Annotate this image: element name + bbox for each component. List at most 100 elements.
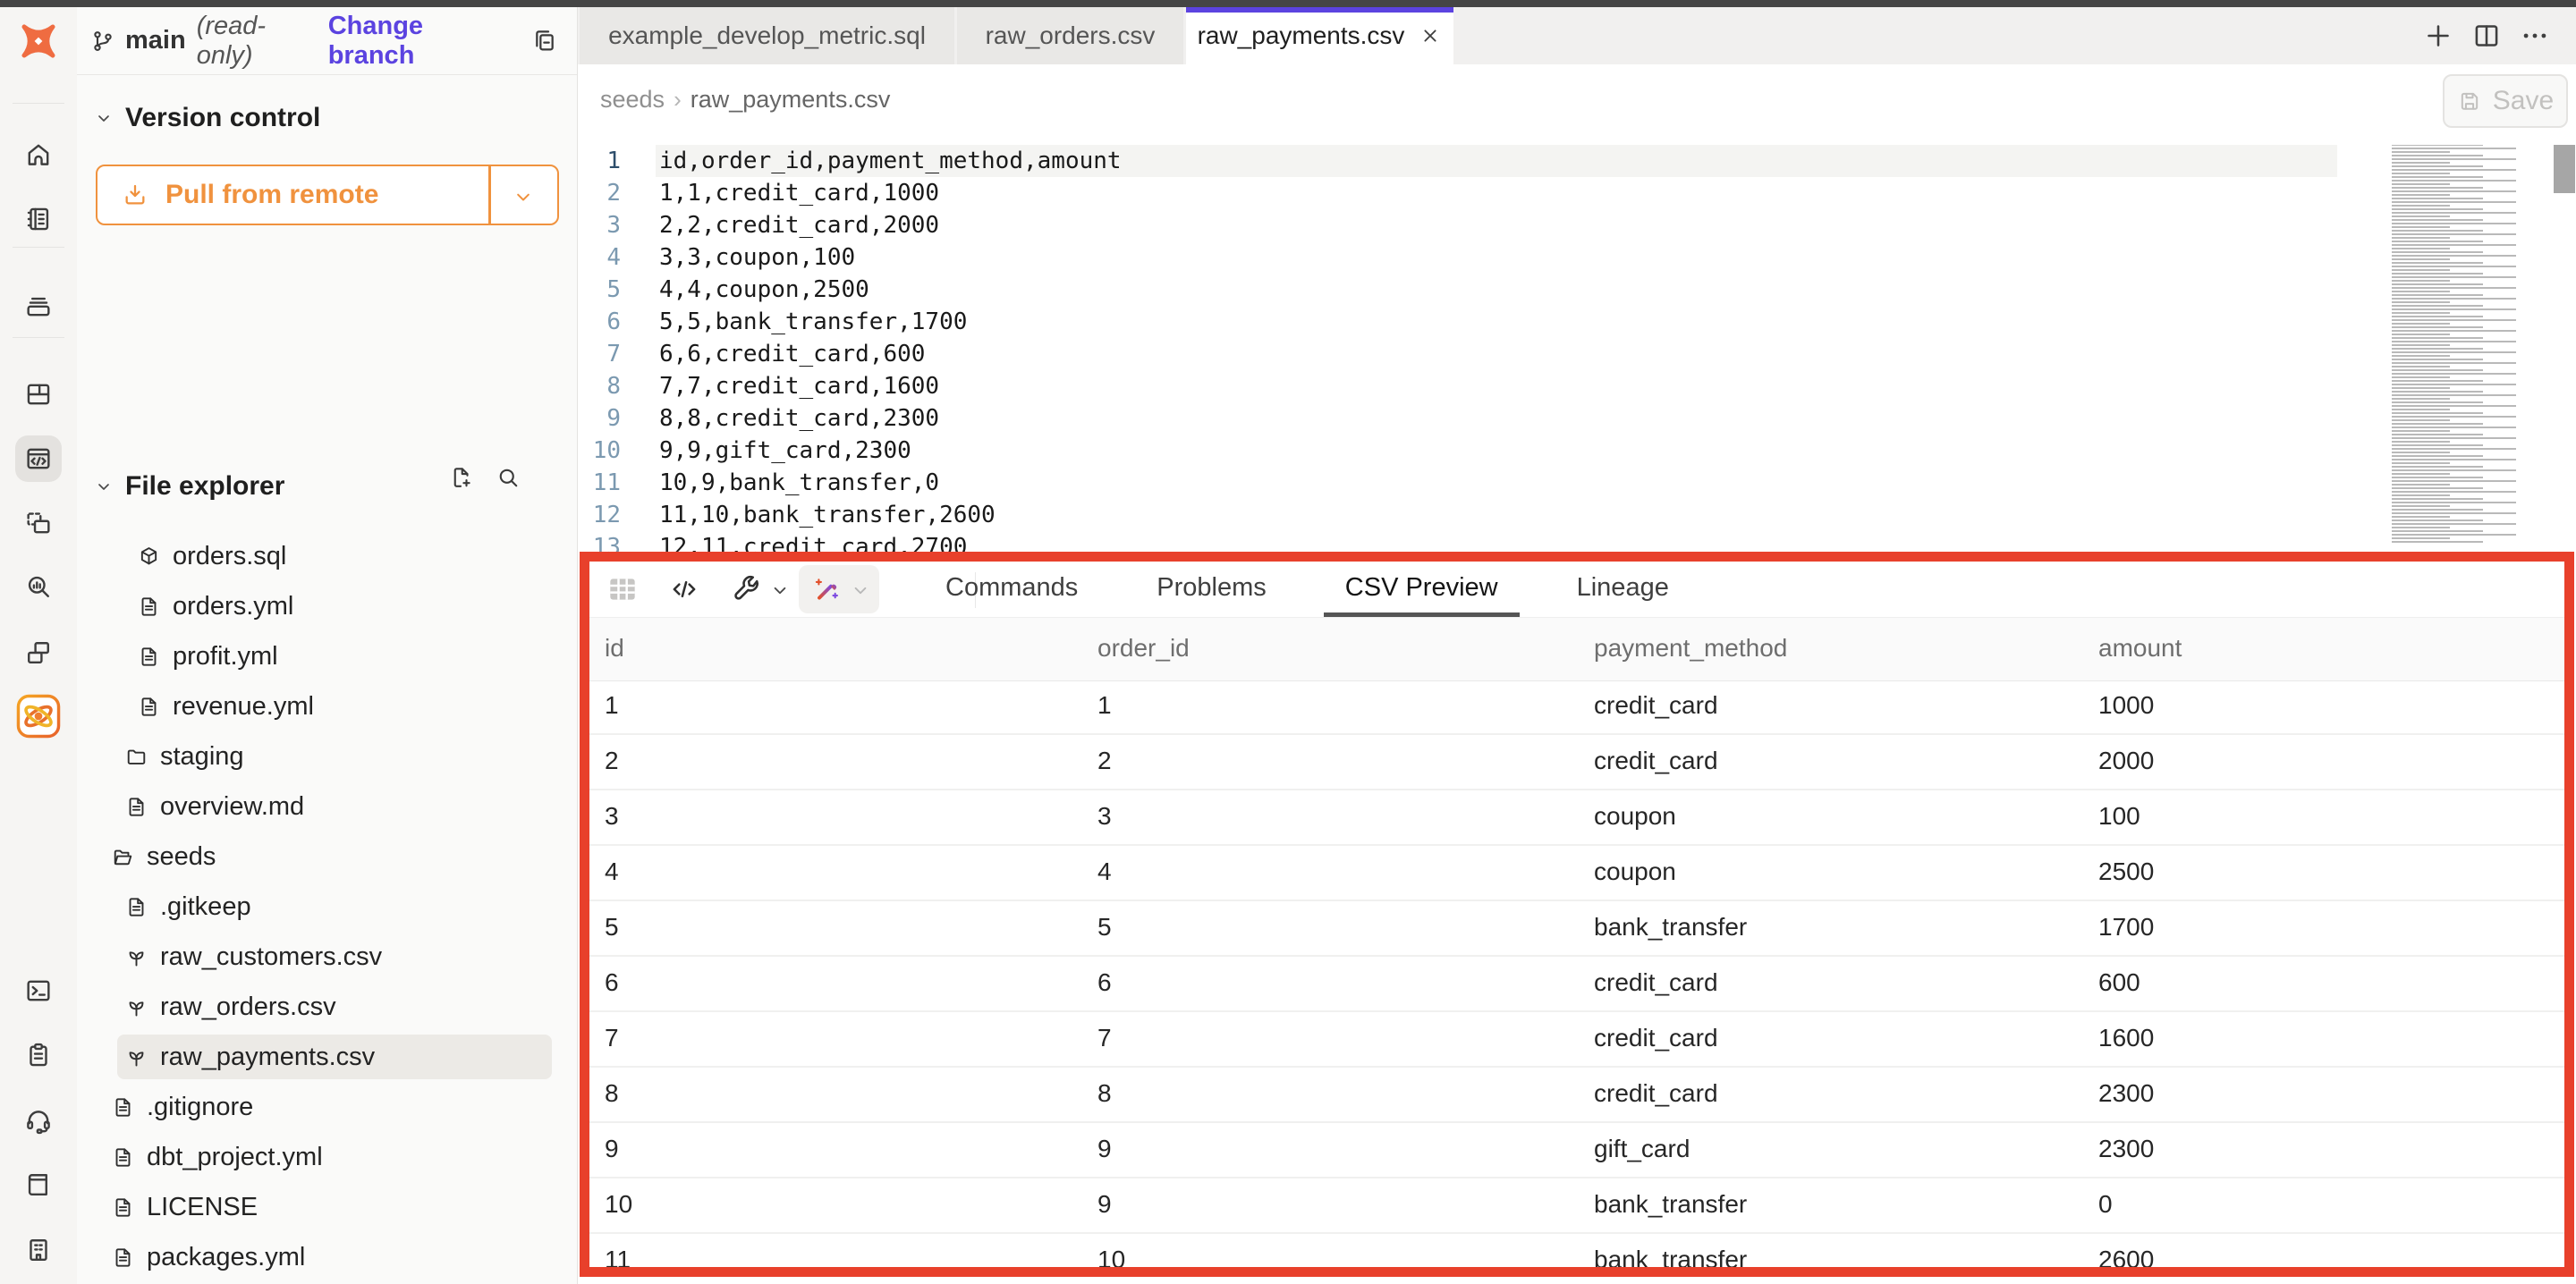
- panel-tab-problems[interactable]: Problems: [1135, 562, 1288, 617]
- save-button[interactable]: Save: [2443, 74, 2568, 128]
- chevron-down-icon[interactable]: [511, 184, 536, 209]
- line-number: 3: [578, 209, 621, 241]
- home-icon[interactable]: [23, 139, 54, 170]
- headset-icon[interactable]: [23, 1105, 54, 1136]
- table-row: 44coupon2500: [589, 846, 2564, 901]
- pull-from-remote-button[interactable]: Pull from remote: [96, 165, 559, 225]
- file-explorer-title: File explorer: [125, 471, 284, 502]
- panel-tab-csv-preview[interactable]: CSV Preview: [1324, 562, 1520, 617]
- file-icon: [137, 645, 161, 669]
- seed-icon: [124, 945, 148, 969]
- save-label: Save: [2493, 86, 2554, 116]
- file-list: orders.sqlorders.ymlprofit.ymlrevenue.ym…: [77, 531, 577, 1282]
- scrollbar-thumb[interactable]: [2554, 145, 2575, 193]
- file-item-staging[interactable]: staging: [77, 731, 577, 781]
- clipboard-icon[interactable]: [23, 1040, 54, 1070]
- editor-tab-raw-orders-csv[interactable]: raw_orders.csv: [957, 7, 1183, 64]
- code-line: 6,6,credit_card,600: [659, 338, 925, 370]
- version-control-header[interactable]: Version control: [93, 97, 320, 139]
- file-icon: [111, 1095, 135, 1119]
- file-item-dbt-project-yml[interactable]: dbt_project.yml: [77, 1132, 577, 1182]
- split-editor-icon[interactable]: [2470, 20, 2503, 52]
- code-editor-icon[interactable]: [23, 443, 54, 474]
- file-item-overview-md[interactable]: overview.md: [77, 781, 577, 832]
- change-branch-link[interactable]: Change branch: [328, 12, 513, 71]
- select-area-icon[interactable]: [23, 508, 54, 538]
- line-number: 4: [578, 241, 621, 274]
- more-options-icon[interactable]: [2519, 20, 2551, 52]
- editor-tab-raw-payments-csv[interactable]: raw_payments.csv: [1186, 7, 1453, 64]
- panel-tabs: Commands Problems CSV Preview Lineage: [924, 562, 1690, 617]
- file-item-profit-yml[interactable]: profit.yml: [77, 631, 577, 681]
- table-row: 55bank_transfer1700: [589, 901, 2564, 957]
- git-branch-icon: [89, 28, 116, 55]
- file-label: LICENSE: [147, 1193, 258, 1222]
- close-tab-icon[interactable]: [1419, 24, 1442, 47]
- file-item--gitignore[interactable]: .gitignore: [77, 1082, 577, 1132]
- version-control-title: Version control: [125, 103, 320, 133]
- table-cell: bank_transfer: [1594, 901, 1747, 953]
- table-cell: gift_card: [1594, 1123, 1690, 1175]
- file-icon: [137, 595, 161, 619]
- table-row: 88credit_card2300: [589, 1068, 2564, 1123]
- file-item-raw-customers-csv[interactable]: raw_customers.csv: [77, 932, 577, 982]
- file-item-license[interactable]: LICENSE: [77, 1182, 577, 1232]
- new-tab-icon[interactable]: [2422, 20, 2454, 52]
- file-item-seeds[interactable]: seeds: [77, 832, 577, 882]
- file-item-raw-orders-csv[interactable]: raw_orders.csv: [77, 982, 577, 1032]
- file-item--gitkeep[interactable]: .gitkeep: [77, 882, 577, 932]
- line-number: 2: [578, 177, 621, 209]
- table-cell: credit_card: [1594, 957, 1718, 1009]
- file-icon: [124, 795, 148, 819]
- windows-icon[interactable]: [23, 638, 54, 668]
- panel-tab-lineage[interactable]: Lineage: [1555, 562, 1690, 617]
- file-icon: [111, 1246, 135, 1270]
- code-line: 11,10,bank_transfer,2600: [659, 499, 996, 531]
- button-divider: [488, 166, 491, 224]
- new-file-icon[interactable]: [448, 464, 475, 491]
- download-icon: [121, 181, 149, 209]
- dashboard-grid-icon[interactable]: [23, 379, 54, 410]
- editor-tab-example-develop-metric-sql[interactable]: example_develop_metric.sql: [580, 7, 954, 64]
- breadcrumb-folder[interactable]: seeds: [600, 86, 665, 114]
- magic-wand-icon[interactable]: [811, 573, 843, 605]
- line-number: 1: [578, 145, 621, 177]
- chevron-down-icon[interactable]: [768, 579, 792, 602]
- table-cell: 600: [2098, 957, 2140, 1009]
- line-number: 8: [578, 370, 621, 402]
- atom-icon[interactable]: [15, 693, 62, 739]
- window-top-edge: [0, 0, 2576, 7]
- table-cell: 2600: [2098, 1234, 2154, 1277]
- file-icon: [111, 1145, 135, 1170]
- column-header-amount: amount: [2098, 618, 2182, 679]
- terminal-icon[interactable]: [23, 976, 54, 1006]
- file-item-orders-sql[interactable]: orders.sql: [77, 531, 577, 581]
- file-label: raw_orders.csv: [160, 993, 336, 1022]
- trays-icon[interactable]: [23, 291, 54, 321]
- panel-tab-commands[interactable]: Commands: [924, 562, 1099, 617]
- table-row: 77credit_card1600: [589, 1012, 2564, 1068]
- notebook-icon[interactable]: [23, 204, 54, 234]
- editor-tab-bar: example_develop_metric.sqlraw_orders.csv…: [578, 7, 2576, 64]
- file-item-raw-payments-csv[interactable]: raw_payments.csv: [77, 1032, 577, 1082]
- building-icon[interactable]: [23, 1235, 54, 1265]
- column-header-payment_method: payment_method: [1594, 618, 1787, 679]
- file-label: raw_customers.csv: [160, 942, 382, 972]
- file-item-packages-yml[interactable]: packages.yml: [77, 1232, 577, 1282]
- table-cell: 7: [1097, 1012, 1112, 1064]
- activity-divider: [13, 337, 64, 338]
- code-editor[interactable]: 12345678910111213 id,order_id,payment_me…: [578, 145, 2576, 576]
- chevron-down-icon[interactable]: [849, 579, 872, 602]
- file-item-orders-yml[interactable]: orders.yml: [77, 581, 577, 631]
- search-icon[interactable]: [495, 464, 521, 491]
- table-cell: 4: [1097, 846, 1112, 898]
- code-icon[interactable]: [668, 573, 700, 605]
- file-item-revenue-yml[interactable]: revenue.yml: [77, 681, 577, 731]
- table-cell: 3: [605, 790, 619, 842]
- table-icon[interactable]: [605, 571, 640, 607]
- copy-icon[interactable]: [530, 27, 559, 55]
- table-cell: 2: [605, 735, 619, 787]
- search-chart-icon[interactable]: [23, 571, 54, 602]
- wrench-icon[interactable]: [731, 573, 763, 605]
- book-icon[interactable]: [23, 1170, 54, 1200]
